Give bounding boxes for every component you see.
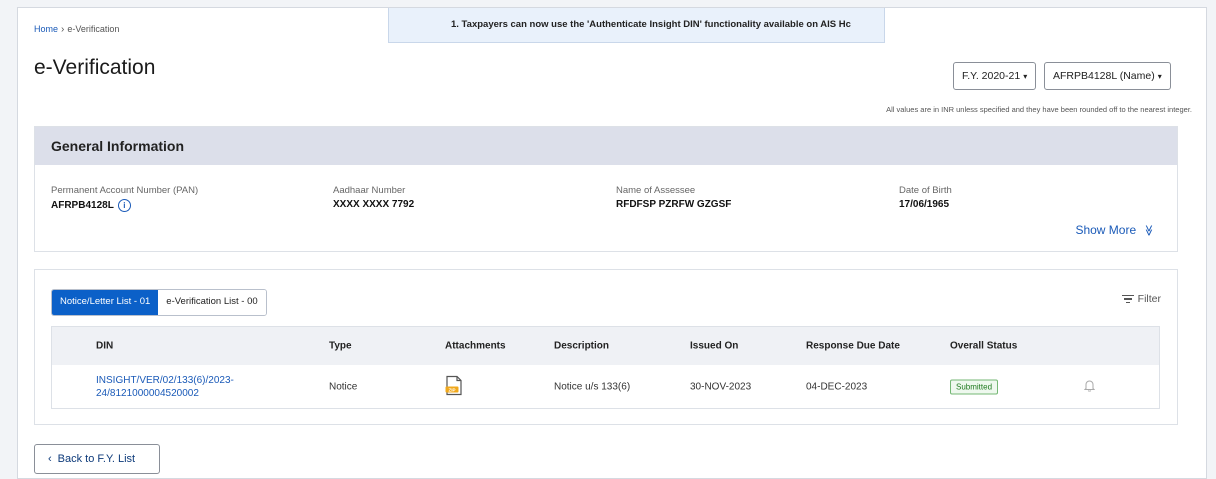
due-date-cell: 04-DEC-2023: [806, 381, 868, 392]
fy-selector-value: F.Y. 2020-21: [962, 70, 1021, 82]
e-verification-page: Home › e-Verification 1. Taxpayers can now…: [17, 7, 1207, 479]
info-icon[interactable]: i: [117, 199, 131, 212]
description-cell: Notice u/s 133(6): [554, 381, 631, 392]
general-information-card: General Information Permanent Account Nu…: [34, 126, 1178, 252]
notice-table: DIN Type Attachments Description Issued …: [51, 326, 1160, 409]
filter-icon: [1121, 294, 1134, 304]
assessee-name-value: RFDFSP PZRFW GZGSF: [616, 199, 732, 210]
general-information-heading: General Information: [35, 127, 1177, 165]
filter-button[interactable]: Filter: [1121, 293, 1161, 305]
chevron-left-icon: ‹: [48, 453, 52, 465]
back-button-label: Back to F.Y. List: [57, 453, 136, 465]
bell-icon[interactable]: [1083, 379, 1096, 394]
column-header-description: Description: [554, 340, 610, 352]
announcement-ticker: 1. Taxpayers can now use the 'Authentica…: [388, 8, 885, 43]
aadhaar-label: Aadhaar Number: [333, 185, 406, 196]
assessee-name-field: Name of Assessee RFDFSP PZRFW GZGSF: [616, 185, 731, 210]
assessee-name-label: Name of Assessee: [616, 185, 696, 196]
pan-label: Permanent Account Number (PAN): [51, 185, 199, 196]
dob-value: 17/06/1965: [899, 199, 950, 210]
breadcrumb-separator: ›: [61, 24, 65, 35]
chevron-down-icon: ▾: [1023, 72, 1028, 81]
fy-selector[interactable]: F.Y. 2020-21 ▾: [953, 62, 1037, 90]
zip-file-icon[interactable]: ZIP: [445, 375, 463, 398]
double-chevron-down-icon: ≫: [1142, 224, 1155, 237]
breadcrumb-home-link[interactable]: Home: [34, 24, 58, 34]
column-header-overall-status: Overall Status: [950, 340, 1018, 352]
pan-field: Permanent Account Number (PAN) AFRPB4128…: [51, 185, 198, 212]
din-link[interactable]: INSIGHT/VER/02/133(6)/2023-24/8121000004…: [96, 374, 286, 400]
show-more-link[interactable]: Show More ≫: [1075, 223, 1155, 237]
aadhaar-field: Aadhaar Number XXXX XXXX 7792: [333, 185, 414, 210]
tab-notice-letter-list[interactable]: Notice/Letter List - 01: [52, 290, 159, 315]
dob-field: Date of Birth 17/06/1965: [899, 185, 952, 210]
chevron-down-icon: ▾: [1157, 72, 1162, 81]
filter-label: Filter: [1137, 293, 1161, 305]
aadhaar-value: XXXX XXXX 7792: [333, 199, 415, 210]
list-tabs: Notice/Letter List - 01 e-Verification L…: [51, 289, 267, 316]
announcement-text: 1. Taxpayers can now use the 'Authentica…: [451, 19, 851, 30]
pan-selector-value: AFRPB4128L (Name): [1053, 70, 1155, 82]
table-row: INSIGHT/VER/02/133(6)/2023-24/8121000004…: [52, 365, 1159, 408]
back-to-fy-list-button[interactable]: ‹ Back to F.Y. List: [34, 444, 160, 474]
column-header-response-due-date: Response Due Date: [806, 340, 900, 352]
breadcrumb-current: e-Verification: [67, 24, 120, 34]
svg-text:ZIP: ZIP: [448, 387, 455, 392]
page-title: e-Verification: [34, 56, 156, 79]
status-badge: Submitted: [950, 379, 999, 394]
pan-selector[interactable]: AFRPB4128L (Name) ▾: [1044, 62, 1171, 90]
inr-note: All values are in INR unless specified a…: [886, 105, 1192, 114]
issued-on-cell: 30-NOV-2023: [690, 381, 752, 392]
dob-label: Date of Birth: [899, 185, 952, 196]
pan-value: AFRPB4128L: [51, 200, 114, 211]
column-header-din: DIN: [96, 340, 114, 352]
notice-list-card: Notice/Letter List - 01 e-Verification L…: [34, 269, 1178, 425]
tab-e-verification-list[interactable]: e-Verification List - 00: [158, 290, 266, 315]
show-more-label: Show More: [1075, 223, 1137, 237]
column-header-issued-on: Issued On: [690, 340, 739, 352]
table-header-row: DIN Type Attachments Description Issued …: [52, 327, 1159, 365]
column-header-attachments: Attachments: [445, 340, 506, 352]
type-cell: Notice: [329, 381, 358, 392]
breadcrumb: Home › e-Verification: [34, 24, 119, 35]
column-header-type: Type: [329, 340, 352, 352]
